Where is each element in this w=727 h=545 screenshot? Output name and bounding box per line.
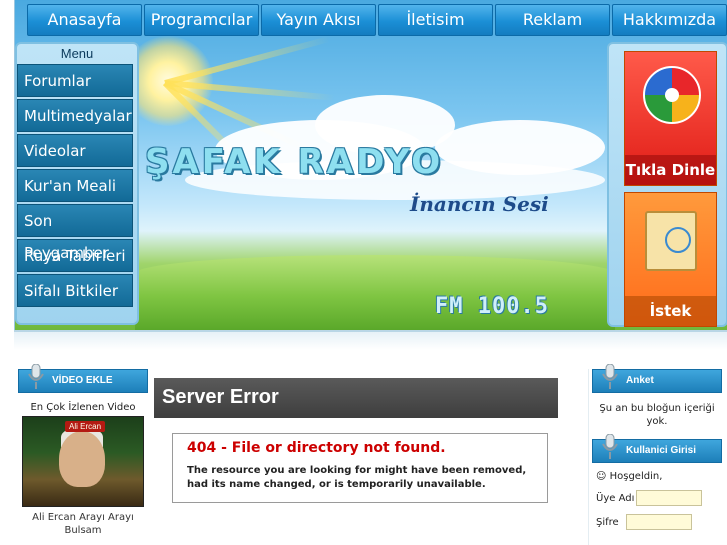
header-banner: Anasayfa Programcılar Yayın Akısı İletis… — [14, 0, 727, 330]
left-menu: Menu Forumlar Multimedyalar Videolar Kur… — [15, 42, 139, 325]
site-tagline: İnancın Sesi — [410, 192, 549, 216]
welcome-label: Hoşgeldin, — [609, 471, 663, 482]
poll-empty-text: Şu an bu bloğun içeriği yok. — [599, 403, 715, 427]
nav-programmers[interactable]: Programcılar — [144, 4, 259, 36]
notepad-icon — [645, 211, 697, 271]
right-promo-panel: Tıkla Dinle İstek Gönder — [607, 42, 727, 327]
login-box-header: Kullanici Girisi — [592, 434, 722, 463]
right-column: Anket Şu an bu bloğun içeriği yok. Kulla… — [588, 364, 727, 545]
most-watched-caption: En Çok İzlenen Video — [30, 402, 136, 413]
main-content: Server Error 404 - File or directory not… — [154, 378, 558, 545]
video-title-link[interactable]: Ali Ercan Arayı Arayı Bulsam — [18, 511, 148, 537]
microphone-icon — [602, 364, 618, 389]
frequency-label: FM 100.5 — [435, 294, 549, 319]
top-navigation: Anasayfa Programcılar Yayın Akısı İletis… — [27, 4, 727, 36]
error-message: The resource you are looking for might h… — [187, 465, 527, 490]
login-box: Kullanici Girisi ☺ Hoşgeldin, Üye Adı Şi… — [592, 434, 722, 530]
video-box-header: VİDEO EKLE — [18, 364, 148, 393]
menu-item-prophet[interactable]: Son Peygamber — [17, 204, 133, 262]
login-box-title: Kullanici Girisi — [626, 445, 697, 456]
password-input[interactable] — [626, 514, 692, 530]
nav-about[interactable]: Hakkımızda — [612, 4, 727, 36]
username-label: Üye Adı — [596, 492, 635, 504]
microphone-icon — [602, 434, 618, 459]
microphone-icon — [28, 364, 44, 389]
nav-home[interactable]: Anasayfa — [27, 4, 142, 36]
page-heading: Server Error — [154, 378, 558, 418]
error-title: 404 - File or directory not found. — [187, 440, 446, 456]
username-row: Üye Adı — [592, 490, 722, 506]
send-request-button[interactable]: İstek Gönder — [624, 192, 717, 327]
user-icon: ☺ — [596, 471, 610, 482]
site-title: ŞAFAK RADYO — [145, 142, 444, 182]
video-thumbnail[interactable]: Ali Ercan — [22, 416, 144, 507]
poll-box-title: Anket — [626, 375, 654, 386]
request-label: İstek Gönder — [625, 296, 716, 326]
menu-title: Menu — [60, 46, 94, 61]
media-player-icon — [643, 66, 701, 124]
listen-label: Tıkla Dinle — [625, 155, 716, 185]
menu-item-dreams[interactable]: Ruya Tabirleri — [17, 239, 133, 272]
video-box-title: VİDEO EKLE — [52, 375, 113, 386]
nav-advertising[interactable]: Reklam — [495, 4, 610, 36]
poll-box-header: Anket — [592, 364, 722, 393]
nav-schedule[interactable]: Yayın Akısı — [261, 4, 376, 36]
menu-item-forums[interactable]: Forumlar — [17, 64, 133, 97]
thumbnail-person — [59, 431, 105, 487]
username-input[interactable] — [636, 490, 702, 506]
menu-item-herbs[interactable]: Sifalı Bitkiler — [17, 274, 133, 307]
menu-item-quran[interactable]: Kur'an Meali — [17, 169, 133, 202]
header-divider — [14, 330, 727, 350]
menu-item-multimedia[interactable]: Multimedyalar — [17, 99, 133, 132]
poll-box: Anket Şu an bu bloğun içeriği yok. — [592, 364, 722, 428]
listen-live-button[interactable]: Tıkla Dinle — [624, 51, 717, 186]
thumbnail-badge: Ali Ercan — [65, 421, 106, 432]
error-box: 404 - File or directory not found. The r… — [172, 433, 548, 503]
left-column: VİDEO EKLE En Çok İzlenen Video Ali Erca… — [18, 364, 148, 545]
nav-contact[interactable]: İletisim — [378, 4, 493, 36]
menu-item-videos[interactable]: Videolar — [17, 134, 133, 167]
password-row: Şifre — [592, 514, 722, 530]
welcome-text: ☺ Hoşgeldin, — [592, 471, 722, 482]
password-label: Şifre — [596, 516, 619, 528]
